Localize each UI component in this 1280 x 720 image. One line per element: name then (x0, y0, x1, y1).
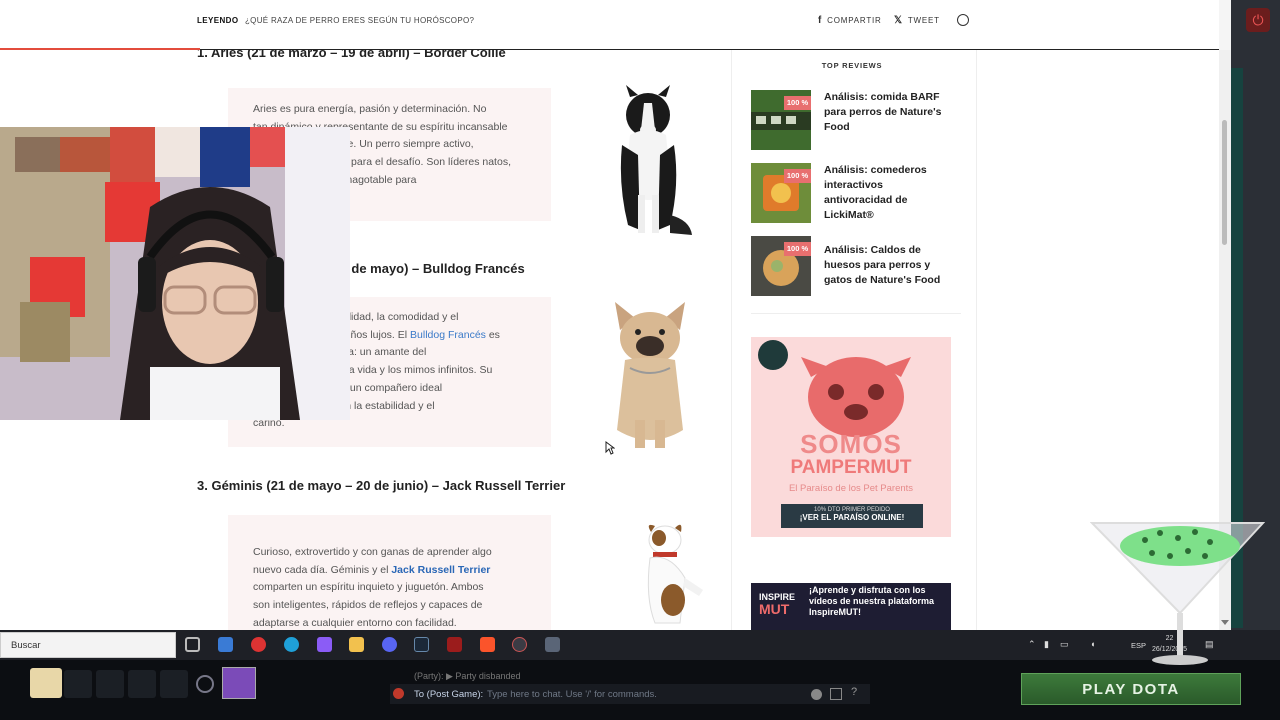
party-slot[interactable] (160, 670, 188, 698)
chat-indicator-icon (393, 688, 404, 699)
player-avatar[interactable] (30, 668, 62, 698)
jack-russell-image (647, 524, 703, 624)
discord-icon[interactable] (382, 637, 397, 652)
tray-chevron-icon[interactable]: ⌃ (1028, 639, 1036, 650)
headset-icon[interactable] (196, 675, 214, 693)
review-badge: 100 % (784, 96, 811, 110)
review-title[interactable]: Análisis: comederos interactivos antivor… (824, 163, 954, 223)
brave-icon[interactable] (480, 637, 495, 652)
play-dota-button[interactable]: PLAY DOTA (1021, 673, 1241, 705)
power-icon[interactable]: ⏻ (1246, 8, 1270, 32)
taskbar-search-input[interactable]: Buscar (0, 632, 176, 658)
calculator-icon[interactable] (545, 637, 560, 652)
reading-label: LEYENDO (197, 16, 239, 25)
party-status-text: (Party): ▶ Party disbanded (414, 671, 521, 681)
edge-icon[interactable] (284, 637, 299, 652)
party-slot[interactable] (64, 670, 92, 698)
share-facebook-button[interactable]: f COMPARTIR (818, 15, 882, 26)
network-icon[interactable]: ▭ (1060, 639, 1069, 650)
reading-header-bar: LEYENDO ¿QUÉ RAZA DE PERRO ERES SEGÚN TU… (0, 0, 1219, 50)
file-explorer-icon[interactable] (349, 637, 364, 652)
dota-icon[interactable] (447, 637, 462, 652)
chrome-icon[interactable] (251, 637, 266, 652)
section-heading-geminis: 3. Géminis (21 de mayo – 20 de junio) – … (197, 478, 566, 493)
chat-target-label: To (Post Game): (414, 689, 484, 700)
ad-headline-somos: SOMOS (800, 429, 902, 459)
reading-title: ¿QUÉ RAZA DE PERRO ERES SEGÚN TU HORÓSCO… (245, 16, 475, 25)
hero-portrait[interactable] (222, 667, 256, 699)
task-view-icon[interactable] (185, 637, 200, 652)
mouse-cursor-icon (605, 441, 615, 455)
review-title[interactable]: Análisis: Caldos de huesos para perros y… (824, 243, 954, 288)
ad-pampermut[interactable]: SOMOS PAMPERMUT El Paraíso de los Pet Pa… (751, 337, 951, 537)
scrollbar-thumb[interactable] (1222, 120, 1227, 245)
party-slot[interactable] (96, 670, 124, 698)
martini-glass-decoration (1090, 522, 1265, 665)
store-icon[interactable] (218, 637, 233, 652)
review-item-lickimat[interactable]: 100 % Análisis: comederos interactivos a… (751, 163, 961, 225)
link-jack-russell[interactable]: Jack Russell Terrier (391, 564, 490, 576)
emoji-icon[interactable] (811, 689, 822, 700)
reading-progress-bar (0, 48, 200, 50)
ad-inspiremut[interactable]: INSPIRE MUT ¡Aprende y disfruta con los … (751, 583, 951, 630)
card-geminis-text: Curioso, extrovertido y con ganas de apr… (253, 546, 492, 629)
browser-window-edge (1219, 0, 1231, 50)
sidebar-divider-right (976, 50, 977, 630)
sidebar-separator (751, 313, 961, 314)
ad-promo-text: 10% DTO PRIMER PEDIDO (814, 507, 890, 513)
chat-placeholder: Type here to chat. Use '/' for commands. (487, 689, 657, 700)
copilot-icon[interactable] (317, 637, 332, 652)
review-title[interactable]: Análisis: comida BARF para perros de Nat… (824, 90, 954, 135)
microphone-icon[interactable]: ▮ (1044, 639, 1049, 650)
ad-headline-pampermut: PAMPERMUT (790, 457, 912, 478)
webcam-overlay (0, 127, 350, 420)
review-badge: 100 % (784, 169, 811, 183)
translate-icon[interactable] (830, 688, 842, 700)
ad-cta-button[interactable]: 10% DTO PRIMER PEDIDO ¡VER EL PARAÍSO ON… (781, 504, 923, 528)
border-collie-image (620, 85, 692, 235)
french-bulldog-image (615, 302, 685, 448)
party-slot[interactable] (128, 670, 156, 698)
sidebar-title: TOP REVIEWS (821, 61, 883, 70)
ad2-text: ¡Aprende y disfruta con los vídeos de nu… (809, 585, 935, 617)
windows-taskbar: Buscar ⌃ ▮ ▭ ◖ ESP 22 26/12/2025 ▤ (0, 630, 1280, 660)
facebook-icon: f (818, 15, 823, 26)
dark-mode-toggle-icon[interactable] (957, 14, 969, 26)
sidebar-divider-left (731, 50, 732, 630)
obs-icon[interactable] (512, 637, 527, 652)
review-badge: 100 % (784, 242, 811, 256)
share-x-button[interactable]: 𝕏 TWEET (894, 15, 940, 26)
link-bulldog-frances[interactable]: Bulldog Francés (410, 329, 486, 341)
ad-tagline: El Paraíso de los Pet Parents (788, 483, 914, 494)
ad-cta-label: ¡VER EL PARAÍSO ONLINE! (799, 513, 905, 522)
ad2-brand: INSPIRE MUT (759, 592, 796, 617)
review-item-caldos[interactable]: 100 % Análisis: Caldos de huesos para pe… (751, 236, 961, 298)
help-icon[interactable]: ? (851, 686, 857, 698)
steam-icon[interactable] (414, 637, 429, 652)
x-icon: 𝕏 (894, 15, 903, 26)
review-item-barf[interactable]: 100 % Análisis: comida BARF para perros … (751, 90, 961, 152)
